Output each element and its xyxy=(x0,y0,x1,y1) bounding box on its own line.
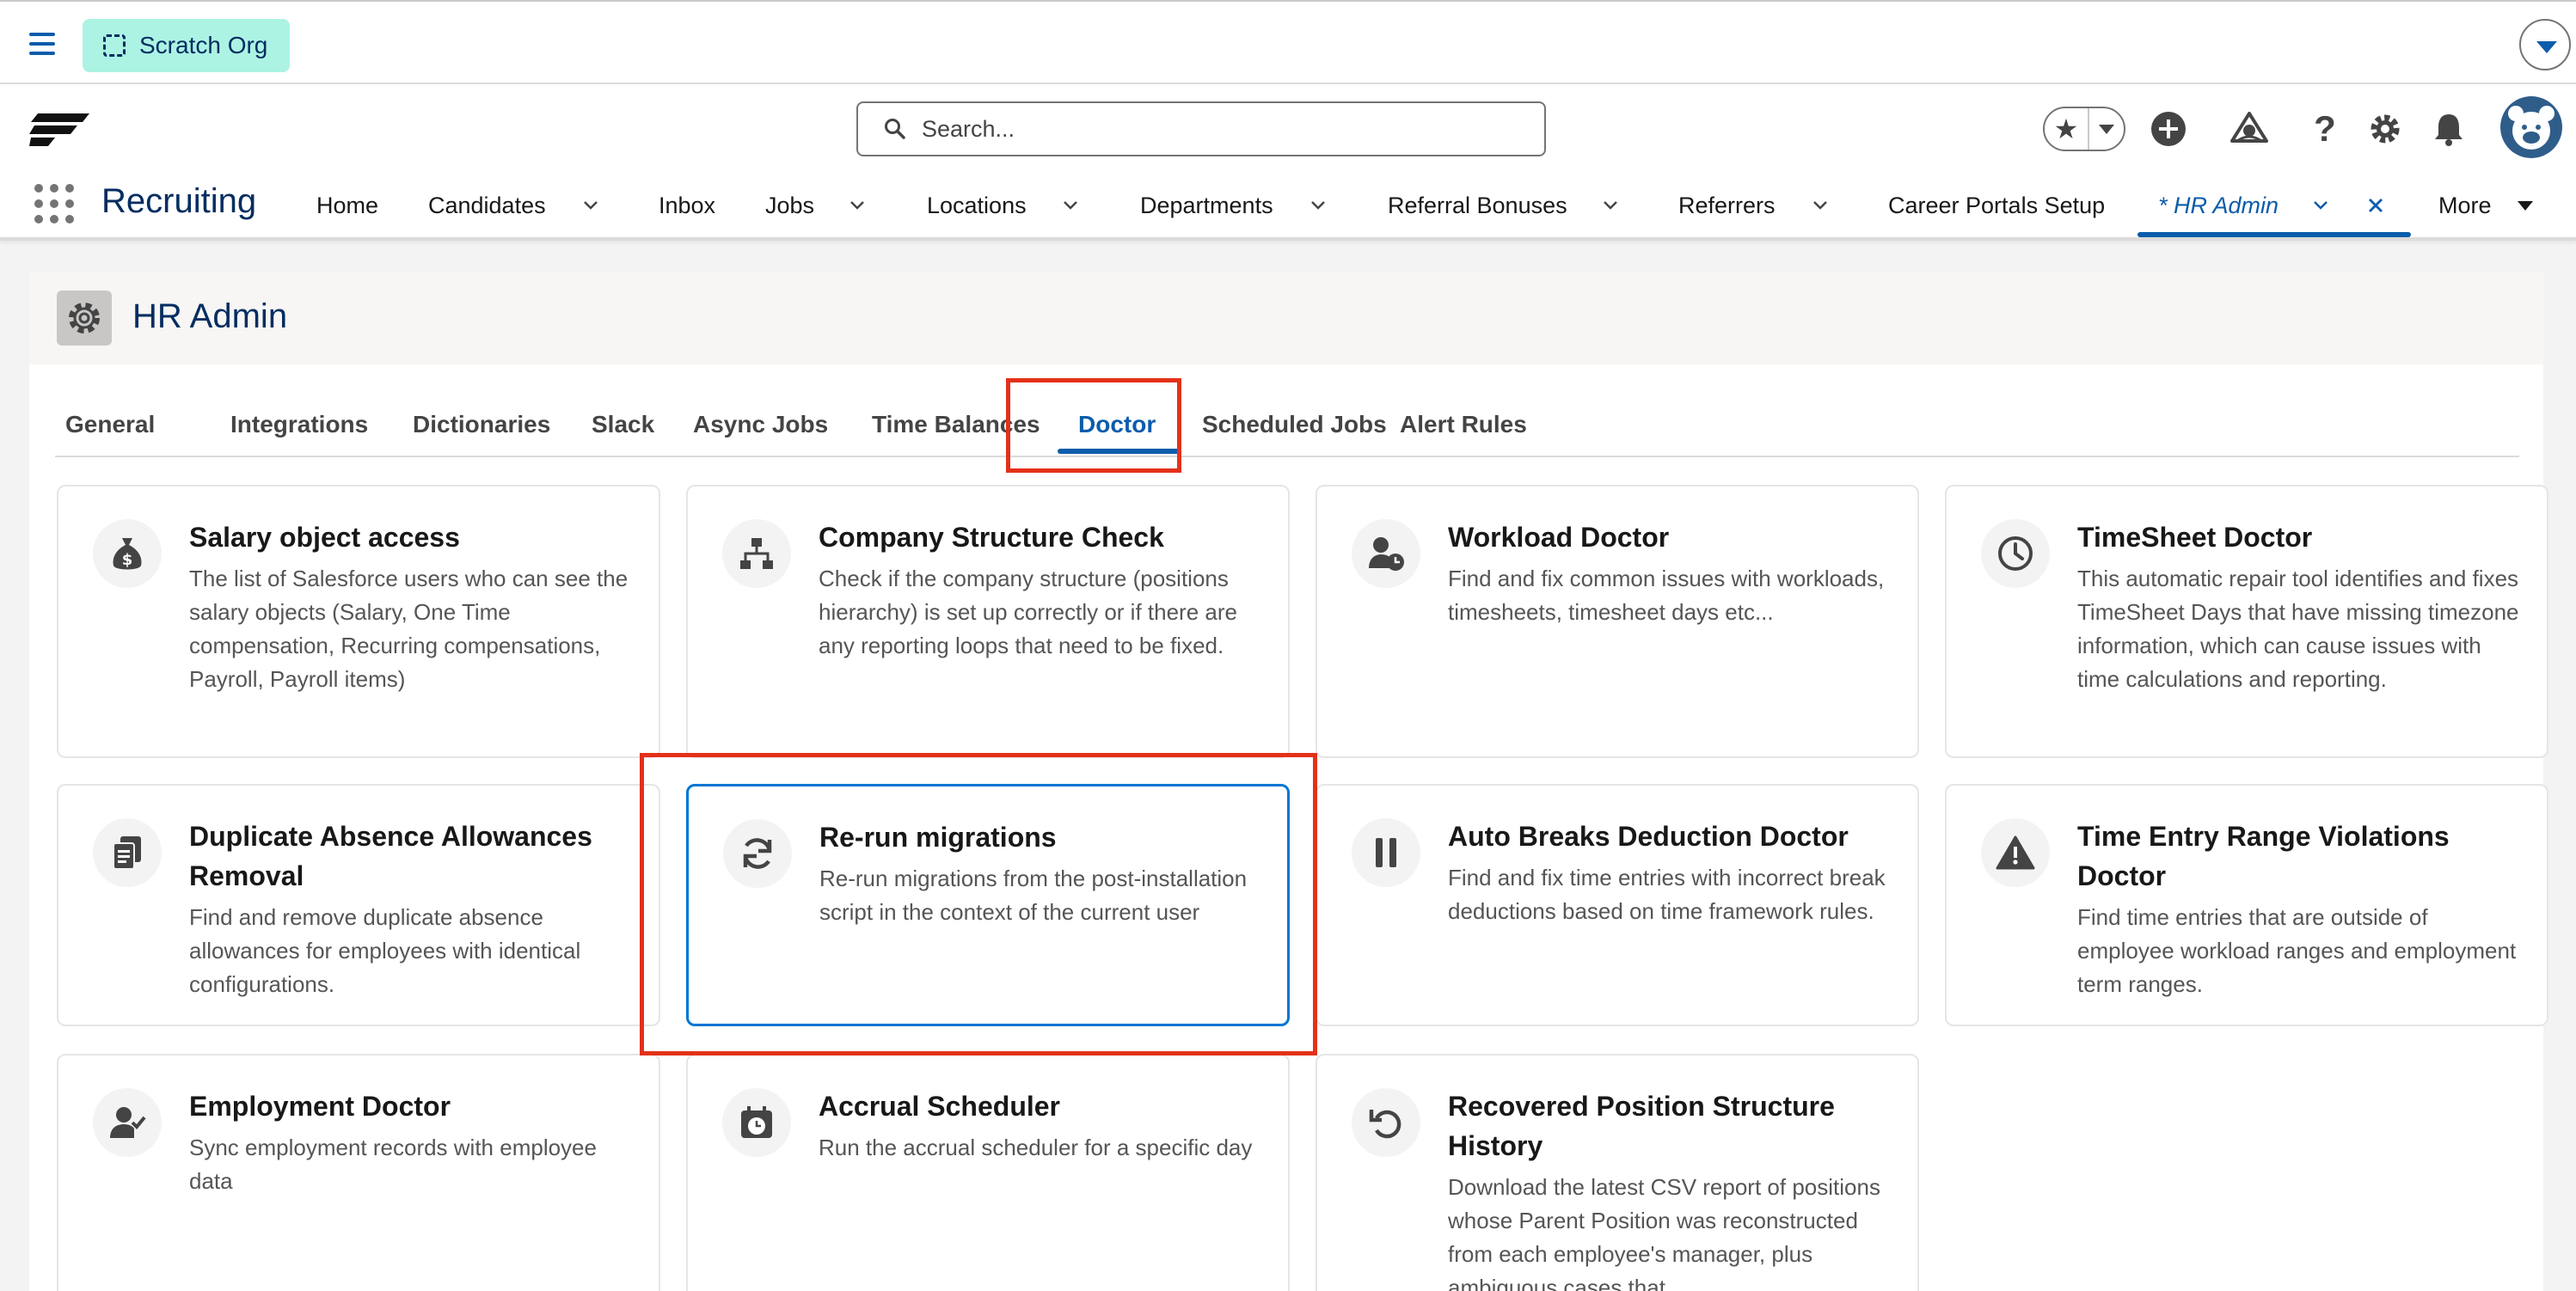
card-description: Find and fix time entries with incorrect… xyxy=(1448,865,1886,924)
tab-integrations[interactable]: Integrations xyxy=(230,411,368,438)
chevron-down-icon[interactable] xyxy=(583,198,598,213)
tab-general[interactable]: General xyxy=(65,411,155,438)
clock-icon xyxy=(1981,519,2050,588)
doctor-tab-highlight xyxy=(1006,378,1181,473)
doctor-card-company-structure-check[interactable]: Company Structure Check Check if the com… xyxy=(686,485,1290,758)
dashed-square-icon xyxy=(103,34,126,57)
doctor-card-salary-object-access[interactable]: $ Salary object access The list of Sales… xyxy=(57,485,660,758)
app-logo-icon xyxy=(29,113,89,146)
nav-item-inbox[interactable]: Inbox xyxy=(659,193,715,219)
undo-icon xyxy=(1352,1088,1420,1157)
chevron-down-icon[interactable] xyxy=(1310,198,1326,213)
doctor-card-accrual-scheduler[interactable]: Accrual Scheduler Run the accrual schedu… xyxy=(686,1054,1290,1291)
global-search-input[interactable]: Search... xyxy=(856,101,1546,156)
chevron-down-icon[interactable] xyxy=(1063,198,1078,213)
page-header: HR Admin xyxy=(29,272,2543,364)
card-title: Time Entry Range Violations Doctor xyxy=(2077,821,2450,891)
doctor-card-employment-doctor[interactable]: Employment Doctor Sync employment record… xyxy=(57,1054,660,1291)
nav-item-hr-admin[interactable]: * HR Admin xyxy=(2158,193,2279,219)
chevron-down-icon[interactable] xyxy=(1812,198,1828,213)
card-title: Recovered Position Structure History xyxy=(1448,1091,1835,1161)
page-title: HR Admin xyxy=(132,297,288,335)
card-title: Company Structure Check xyxy=(819,522,1164,553)
warning-icon xyxy=(1981,818,2050,887)
tab-dictionaries[interactable]: Dictionaries xyxy=(413,411,550,438)
star-icon[interactable]: ★ xyxy=(2045,108,2089,150)
pause-icon xyxy=(1352,818,1420,887)
card-description: The list of Salesforce users who can see… xyxy=(189,566,629,692)
nav-item-candidates[interactable]: Candidates xyxy=(428,193,546,219)
tab-bar: General Integrations Dictionaries Slack … xyxy=(55,407,2519,457)
svg-text:$: $ xyxy=(122,551,133,569)
scratch-org-button[interactable]: Scratch Org xyxy=(83,19,291,72)
trailhead-icon[interactable] xyxy=(2230,110,2268,148)
card-title: Salary object access xyxy=(189,522,460,553)
tab-alert-rules[interactable]: Alert Rules xyxy=(1400,411,1527,438)
search-placeholder: Search... xyxy=(922,115,1015,142)
active-nav-indicator xyxy=(2137,232,2411,237)
card-description: Find and fix common issues with workload… xyxy=(1448,566,1885,625)
card-description: Check if the company structure (position… xyxy=(819,566,1237,658)
card-title: Employment Doctor xyxy=(189,1091,451,1122)
doctor-card-duplicate-absence-allowances-removal[interactable]: Duplicate Absence Allowances Removal Fin… xyxy=(57,784,660,1026)
user-clock-icon xyxy=(1352,519,1420,588)
chevron-down-icon[interactable] xyxy=(849,198,865,213)
user-check-icon xyxy=(93,1088,162,1157)
nav-item-career-portals-setup[interactable]: Career Portals Setup xyxy=(1888,193,2105,219)
card-description: Find time entries that are outside of em… xyxy=(2077,904,2517,997)
doctor-card-time-entry-range-violations-doctor[interactable]: Time Entry Range Violations Doctor Find … xyxy=(1945,784,2548,1026)
doctor-card-auto-breaks-deduction-doctor[interactable]: Auto Breaks Deduction Doctor Find and fi… xyxy=(1316,784,1919,1026)
tab-scheduled-jobs[interactable]: Scheduled Jobs xyxy=(1202,411,1387,438)
nav-item-jobs[interactable]: Jobs xyxy=(765,193,814,219)
card-title: Accrual Scheduler xyxy=(819,1091,1060,1122)
favorites-dropdown-icon[interactable] xyxy=(2089,124,2124,134)
favorites-button-group[interactable]: ★ xyxy=(2043,107,2125,151)
chevron-down-icon[interactable] xyxy=(2313,198,2328,213)
nav-item-more[interactable]: More xyxy=(2438,193,2492,219)
card-title: Auto Breaks Deduction Doctor xyxy=(1448,821,1849,852)
global-header: Search... ★ ? xyxy=(0,84,2576,170)
calendar-clock-icon xyxy=(722,1088,791,1157)
app-name: Recruiting xyxy=(101,182,257,220)
doctor-card-workload-doctor[interactable]: Workload Doctor Find and fix common issu… xyxy=(1316,485,1919,758)
documents-icon xyxy=(93,818,162,887)
nav-item-locations[interactable]: Locations xyxy=(927,193,1027,219)
app-navigation-bar: Recruiting Home Candidates Inbox Jobs Lo… xyxy=(0,170,2576,241)
more-dropdown-icon[interactable] xyxy=(2518,201,2533,211)
chevron-down-icon[interactable] xyxy=(2519,19,2571,70)
user-avatar[interactable] xyxy=(2500,96,2562,158)
search-icon xyxy=(885,119,905,139)
nav-item-home[interactable]: Home xyxy=(316,193,378,219)
gear-icon xyxy=(57,291,112,346)
help-icon[interactable]: ? xyxy=(2306,108,2344,149)
close-tab-icon[interactable] xyxy=(2368,198,2383,213)
card-title: Workload Doctor xyxy=(1448,522,1670,553)
doctor-card-timesheet-doctor[interactable]: TimeSheet Doctor This automatic repair t… xyxy=(1945,485,2548,758)
hamburger-menu-icon[interactable] xyxy=(29,33,55,55)
card-description: Sync employment records with employee da… xyxy=(189,1135,597,1194)
card-description: Run the accrual scheduler for a specific… xyxy=(819,1135,1253,1160)
app-launcher-icon[interactable] xyxy=(34,184,74,223)
card-description: Download the latest CSV report of positi… xyxy=(1448,1174,1880,1291)
doctor-card-recovered-position-structure-history[interactable]: Recovered Position Structure History Dow… xyxy=(1316,1054,1919,1291)
re-run-migrations-highlight xyxy=(640,753,1317,1055)
card-title: TimeSheet Doctor xyxy=(2077,522,2313,553)
card-description: This automatic repair tool identifies an… xyxy=(2077,566,2519,692)
card-title: Duplicate Absence Allowances Removal xyxy=(189,821,592,891)
notifications-bell-icon[interactable] xyxy=(2430,110,2468,148)
nav-item-referrers[interactable]: Referrers xyxy=(1678,193,1776,219)
chevron-down-icon[interactable] xyxy=(1603,198,1618,213)
card-description: Find and remove duplicate absence allowa… xyxy=(189,904,581,997)
tab-async-jobs[interactable]: Async Jobs xyxy=(693,411,828,438)
money-bag-icon: $ xyxy=(93,519,162,588)
add-icon[interactable] xyxy=(2150,110,2187,148)
org-bar: Scratch Org xyxy=(0,0,2576,84)
tab-slack[interactable]: Slack xyxy=(592,411,654,438)
nav-item-referral-bonuses[interactable]: Referral Bonuses xyxy=(1388,193,1567,219)
setup-gear-icon[interactable] xyxy=(2366,110,2404,148)
org-label: Scratch Org xyxy=(139,32,268,58)
hierarchy-icon xyxy=(722,519,791,588)
nav-item-departments[interactable]: Departments xyxy=(1140,193,1273,219)
